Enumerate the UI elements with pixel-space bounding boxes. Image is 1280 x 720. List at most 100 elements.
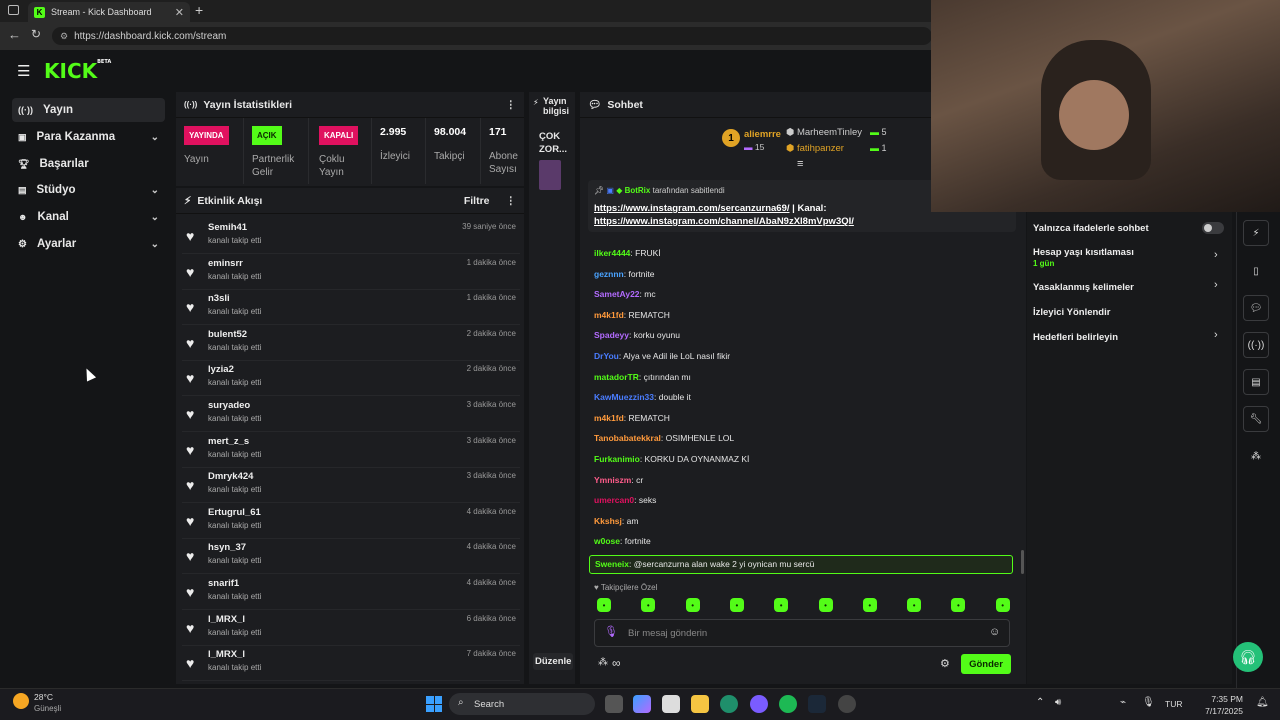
activity-item[interactable]: ♥ eminsrr kanalı takip etti 1 dakika önce bbox=[182, 255, 520, 290]
language-indicator[interactable]: TUR bbox=[1165, 699, 1182, 709]
activity-item[interactable]: ♥ mert_z_s kanalı takip etti 3 dakika önce bbox=[182, 433, 520, 468]
more-options-icon[interactable]: ⋮ bbox=[506, 99, 517, 111]
follower-name[interactable]: Ertugrul_61 bbox=[208, 507, 261, 518]
task-view-icon[interactable] bbox=[605, 695, 623, 713]
kick-logo[interactable]: KICKBETA bbox=[44, 59, 111, 83]
follower-name[interactable]: eminsrr bbox=[208, 258, 243, 269]
volume-icon[interactable]: 🔊︎ bbox=[1055, 697, 1061, 708]
chat-username[interactable]: Ymniszm bbox=[594, 475, 631, 485]
activity-item[interactable]: ♥ l_MRX_l kanalı takip etti 7 dakika önce bbox=[182, 646, 520, 682]
stream-thumbnail[interactable] bbox=[539, 160, 561, 190]
layers-icon[interactable]: ▤ bbox=[1243, 369, 1269, 395]
sidebar-item-yayin[interactable]: ((·)) Yayın bbox=[12, 98, 165, 122]
reload-icon[interactable]: ↻ bbox=[31, 27, 41, 41]
support-icon[interactable]: 🎧︎ bbox=[1233, 642, 1263, 672]
spotify-icon[interactable] bbox=[779, 695, 797, 713]
follower-name[interactable]: hsyn_37 bbox=[208, 542, 246, 553]
emote-icon[interactable]: • bbox=[685, 598, 700, 612]
pinned-link-2[interactable]: https://www.instagram.com/channel/AbaN9z… bbox=[594, 216, 854, 227]
url-field[interactable]: ⚙ https://dashboard.kick.com/stream bbox=[52, 27, 932, 45]
scroll-menu-icon[interactable]: ≡ bbox=[797, 158, 803, 170]
broadcast-icon[interactable]: ((·)) bbox=[1243, 332, 1269, 358]
emote-icon[interactable]: • bbox=[907, 598, 922, 612]
copilot-icon[interactable] bbox=[633, 695, 651, 713]
emote-only-toggle[interactable] bbox=[1202, 222, 1224, 234]
back-icon[interactable]: ← bbox=[8, 27, 21, 42]
extensions-icon[interactable]: ⁂ bbox=[1243, 443, 1269, 469]
activity-item[interactable]: ♥ lyzia2 kanalı takip etti 2 dakika önce bbox=[182, 361, 520, 397]
chat-username[interactable]: m4k1fd bbox=[594, 413, 624, 423]
emote-icon[interactable]: • bbox=[995, 598, 1010, 612]
follower-name[interactable]: snarif1 bbox=[208, 578, 239, 589]
edit-button[interactable]: Düzenle bbox=[533, 653, 574, 670]
follower-name[interactable]: l_MRX_l bbox=[208, 649, 245, 660]
browser-tab[interactable]: K Stream - Kick Dashboard ✕ bbox=[28, 2, 190, 22]
more-options-icon[interactable]: ⋮ bbox=[506, 195, 517, 207]
leader-entry[interactable]: ⬢ MarheemTinley bbox=[786, 127, 862, 138]
chat-username[interactable]: umercan0 bbox=[594, 495, 634, 505]
notifications-icon[interactable]: 🔔︎ bbox=[1256, 697, 1269, 708]
follower-name[interactable]: suryadeo bbox=[208, 400, 250, 411]
activity-item[interactable]: ♥ l_MRX_l kanalı takip etti 6 dakika önce bbox=[182, 611, 520, 646]
emote-icon[interactable]: • bbox=[729, 598, 744, 612]
chat-username[interactable]: Tanobabatekkral bbox=[594, 433, 661, 443]
windows-start-icon[interactable] bbox=[426, 696, 442, 712]
taskbar-search[interactable] bbox=[449, 693, 595, 715]
chevron-right-icon[interactable]: › bbox=[1214, 249, 1218, 261]
activity-item[interactable]: ♥ Semih41 kanalı takip etti 39 saniye önce bbox=[182, 219, 520, 254]
site-info-icon[interactable]: ⚙ bbox=[60, 31, 68, 42]
chat-scrollbar[interactable] bbox=[1021, 550, 1024, 574]
follower-name[interactable]: Semih41 bbox=[208, 222, 247, 233]
chat-username[interactable]: KawMuezzin33 bbox=[594, 392, 654, 402]
emote-icon[interactable]: • bbox=[951, 598, 966, 612]
chat-username[interactable]: geznnn bbox=[594, 269, 624, 279]
activity-item[interactable]: ♥ Dmryk424 kanalı takip etti 3 dakika önce bbox=[182, 468, 520, 504]
gear-icon[interactable]: ⚙ bbox=[940, 657, 950, 670]
new-tab-icon[interactable]: + bbox=[195, 2, 203, 18]
chat-username[interactable]: ilker4444 bbox=[594, 248, 630, 258]
chat-bubble-icon[interactable]: 💬︎ bbox=[1243, 295, 1269, 321]
weather-temp[interactable]: 28°C bbox=[34, 692, 53, 702]
close-tab-icon[interactable]: ✕ bbox=[175, 6, 184, 19]
emoji-icon[interactable]: ☺ bbox=[989, 626, 1000, 638]
follower-name[interactable]: n3sli bbox=[208, 293, 230, 304]
chat-username[interactable]: Furkanimio bbox=[594, 454, 640, 464]
chevron-right-icon[interactable]: › bbox=[1214, 279, 1218, 291]
follower-name[interactable]: bulent52 bbox=[208, 329, 247, 340]
chat-username[interactable]: Spadeyy bbox=[594, 330, 629, 340]
setting-banned-words[interactable]: Yasaklanmış kelimeler bbox=[1033, 282, 1134, 293]
follower-name[interactable]: lyzia2 bbox=[208, 364, 234, 375]
sidebar-item-basarilar[interactable]: 🏆︎ Başarılar bbox=[12, 152, 165, 176]
store-icon[interactable] bbox=[662, 695, 680, 713]
emote-icon[interactable]: • bbox=[641, 598, 656, 612]
microphone-icon[interactable]: 🎙︎ bbox=[1142, 697, 1155, 708]
wrench-icon[interactable]: 🔧︎ bbox=[1243, 406, 1269, 432]
tab-actions-icon[interactable] bbox=[8, 5, 19, 15]
lightning-icon[interactable]: ⚡︎ bbox=[1243, 220, 1269, 246]
activity-item[interactable]: ♥ bulent52 kanalı takip etti 2 dakika önce bbox=[182, 326, 520, 361]
activity-item[interactable]: ♥ Ertugrul_61 kanalı takip etti 4 dakika ön… bbox=[182, 504, 520, 539]
chevron-up-icon[interactable]: ⌃ bbox=[1036, 697, 1044, 708]
activity-item[interactable]: ♥ hsyn_37 kanalı takip etti 4 dakika önce bbox=[182, 539, 520, 575]
leader-entry[interactable]: ⬢ fatihpanzer bbox=[786, 143, 844, 154]
chat-username[interactable]: SametAy22 bbox=[594, 289, 640, 299]
chat-username[interactable]: w0ose bbox=[594, 536, 620, 546]
sidebar-item-para-kazanma[interactable]: ▣ Para Kazanma ⌄ bbox=[12, 125, 165, 149]
document-icon[interactable]: ▯ bbox=[1243, 258, 1269, 284]
setting-account-age[interactable]: Hesap yaşı kısıtlaması bbox=[1033, 247, 1134, 258]
activity-item[interactable]: ♥ suryadeo kanalı takip etti 3 dakika önce bbox=[182, 397, 520, 432]
obs-icon[interactable] bbox=[838, 695, 856, 713]
network-icon[interactable]: ⌁ bbox=[1120, 697, 1126, 708]
follower-name[interactable]: l_MRX_l bbox=[208, 614, 245, 625]
pinned-link-1[interactable]: https://www.instagram.com/sercanzurna69/ bbox=[594, 203, 790, 214]
sidebar-item-kanal[interactable]: ☻ Kanal ⌄ bbox=[12, 205, 165, 229]
activity-item[interactable]: ♥ snarif1 kanalı takip etti 4 dakika önce bbox=[182, 575, 520, 610]
file-explorer-icon[interactable] bbox=[691, 695, 709, 713]
points-icon[interactable]: ⁂ bbox=[598, 657, 608, 668]
emote-icon[interactable]: • bbox=[818, 598, 833, 612]
sidebar-item-studyo[interactable]: ▤ Stüdyo ⌄ bbox=[12, 178, 165, 202]
chat-username[interactable]: DrYou bbox=[594, 351, 619, 361]
chat-username[interactable]: Kkshsj bbox=[594, 516, 622, 526]
hamburger-menu-icon[interactable]: ☰ bbox=[17, 62, 30, 80]
steam-icon[interactable] bbox=[808, 695, 826, 713]
